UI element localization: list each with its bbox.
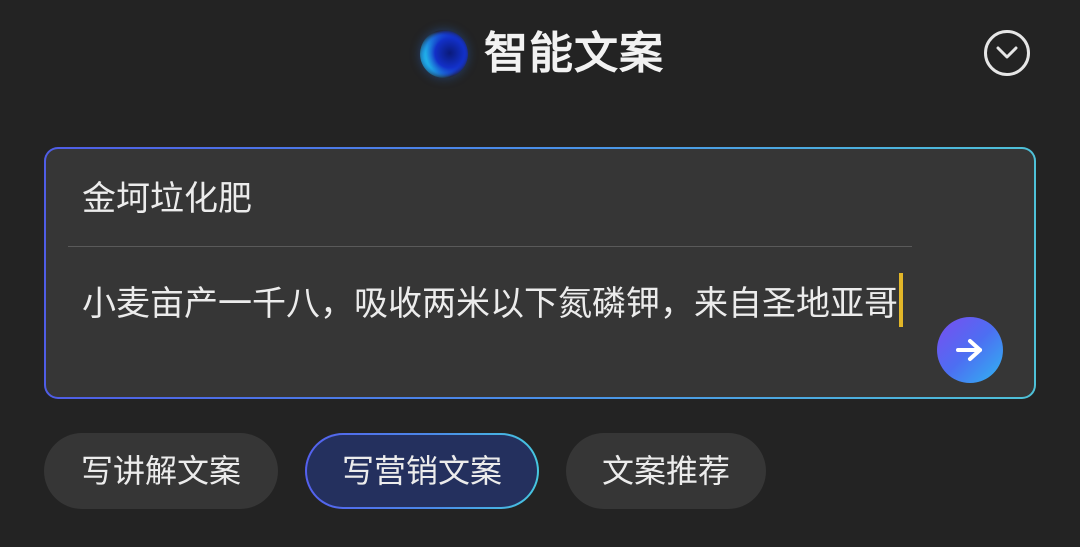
gradient-orb-logo-icon bbox=[420, 30, 468, 78]
send-button[interactable] bbox=[937, 317, 1003, 383]
collapse-button[interactable] bbox=[984, 30, 1030, 76]
divider bbox=[68, 246, 912, 247]
header: 智能文案 bbox=[0, 0, 1080, 110]
chip-write-marketing[interactable]: 写营销文案 bbox=[305, 433, 539, 509]
page-title: 智能文案 bbox=[484, 28, 664, 79]
chevron-down-icon bbox=[996, 46, 1018, 59]
text-caret bbox=[899, 273, 903, 327]
content-textarea[interactable]: 小麦亩产一千八，吸收两米以下氮磷钾，来自圣地亚哥 bbox=[82, 273, 912, 332]
arrow-right-icon bbox=[956, 339, 982, 361]
chip-write-explanation[interactable]: 写讲解文案 bbox=[44, 433, 278, 509]
topic-input[interactable]: 金坷垃化肥 bbox=[82, 171, 902, 227]
content-text: 小麦亩产一千八，吸收两米以下氮磷钾，来自圣地亚哥 bbox=[82, 284, 898, 324]
input-card: 金坷垃化肥 小麦亩产一千八，吸收两米以下氮磷钾，来自圣地亚哥 bbox=[44, 147, 1036, 399]
chip-copy-recommendation[interactable]: 文案推荐 bbox=[566, 433, 766, 509]
smart-copywriting-panel: 智能文案 金坷垃化肥 小麦亩产一千八，吸收两米以下氮磷钾，来自圣地亚哥 写讲解文… bbox=[0, 0, 1080, 547]
title-group: 智能文案 bbox=[420, 22, 664, 86]
